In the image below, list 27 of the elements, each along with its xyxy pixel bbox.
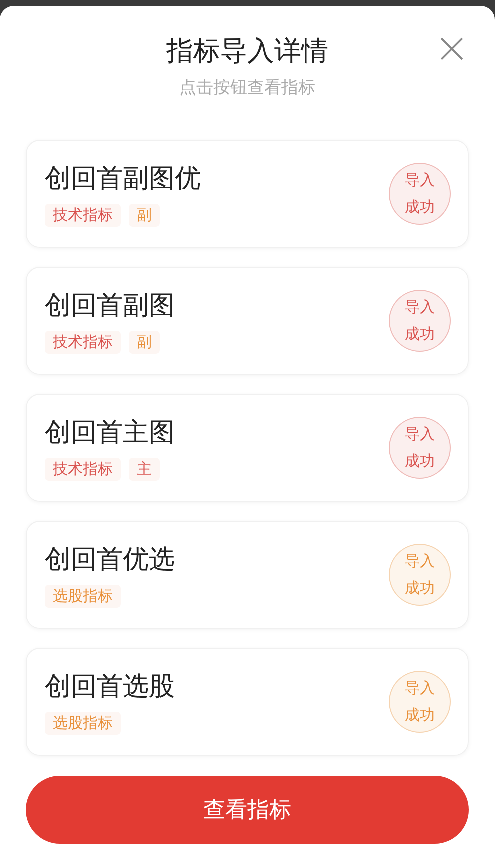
indicator-card[interactable]: 创回首优选 选股指标 导入成功 [26, 521, 469, 629]
status-badge: 导入成功 [389, 417, 451, 479]
view-indicators-button[interactable]: 查看指标 [26, 776, 469, 844]
indicator-name: 创回首主图 [45, 416, 175, 450]
tag: 选股指标 [45, 584, 121, 608]
status-badge: 导入成功 [389, 163, 451, 225]
indicator-card[interactable]: 创回首主图 技术指标 主 导入成功 [26, 394, 469, 502]
tag: 技术指标 [45, 204, 121, 226]
indicator-card[interactable]: 创回首选股 选股指标 导入成功 [26, 648, 469, 756]
status-badge: 导入成功 [389, 544, 451, 606]
status-badge: 导入成功 [389, 671, 451, 733]
dialog-subtitle: 点击按钮查看指标 [180, 77, 316, 99]
tag: 技术指标 [45, 330, 121, 354]
tag: 副 [129, 204, 160, 226]
indicator-name: 创回首选股 [45, 670, 175, 704]
close-icon[interactable] [439, 36, 465, 62]
dialog-title: 指标导入详情 [166, 35, 328, 69]
tag: 副 [129, 330, 160, 354]
tag: 主 [129, 458, 160, 480]
indicator-name: 创回首副图优 [45, 162, 201, 196]
tag: 选股指标 [45, 712, 121, 734]
indicator-card[interactable]: 创回首副图 技术指标 副 导入成功 [26, 267, 469, 375]
indicator-card[interactable]: 创回首副图优 技术指标 副 导入成功 [26, 140, 469, 248]
status-badge: 导入成功 [389, 290, 451, 352]
tag: 技术指标 [45, 458, 121, 480]
indicator-name: 创回首优选 [45, 544, 175, 576]
indicator-name: 创回首副图 [45, 290, 175, 322]
